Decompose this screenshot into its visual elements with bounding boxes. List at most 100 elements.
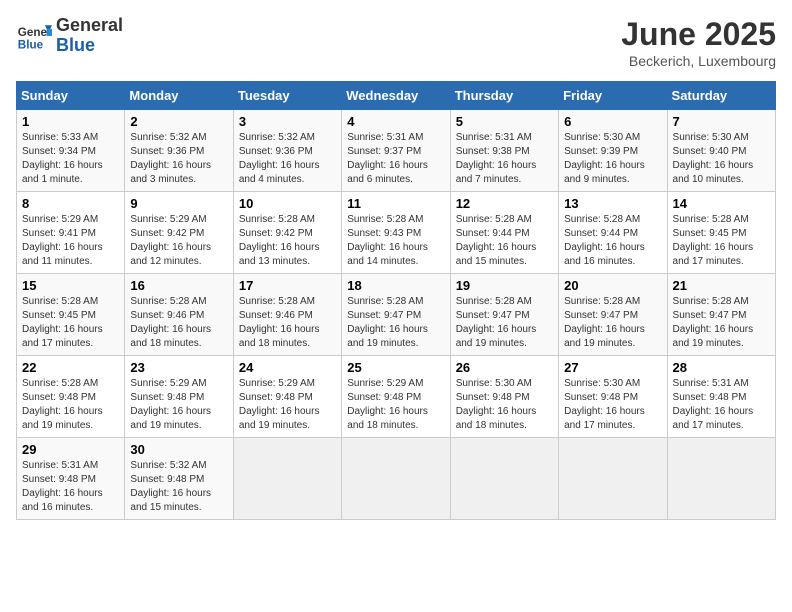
weekday-header-friday: Friday: [559, 82, 667, 110]
calendar-cell: 9 Sunrise: 5:29 AMSunset: 9:42 PMDaylight…: [125, 192, 233, 274]
day-number: 22: [22, 360, 119, 375]
day-number: 2: [130, 114, 227, 129]
logo: General Blue General Blue: [16, 16, 123, 56]
logo-blue: Blue: [56, 36, 123, 56]
calendar-cell: 1 Sunrise: 5:33 AMSunset: 9:34 PMDaylight…: [17, 110, 125, 192]
day-info: Sunrise: 5:31 AMSunset: 9:48 PMDaylight:…: [673, 377, 770, 433]
calendar-cell: 6Sunrise: 5:30 AMSunset: 9:39 PMDaylight…: [559, 110, 667, 192]
weekday-header-monday: Monday: [125, 82, 233, 110]
day-info: Sunrise: 5:32 AMSunset: 9:36 PMDaylight:…: [130, 131, 227, 187]
calendar-cell: 2 Sunrise: 5:32 AMSunset: 9:36 PMDaylight…: [125, 110, 233, 192]
calendar-week-row: 1 Sunrise: 5:33 AMSunset: 9:34 PMDaylight…: [17, 110, 776, 192]
day-info: Sunrise: 5:28 AMSunset: 9:45 PMDaylight:…: [22, 295, 119, 351]
day-info: Sunrise: 5:33 AMSunset: 9:34 PMDaylight:…: [22, 131, 119, 187]
day-number: 27: [564, 360, 661, 375]
title-block: June 2025 Beckerich, Luxembourg: [621, 16, 776, 69]
day-info: Sunrise: 5:31 AMSunset: 9:38 PMDaylight:…: [456, 131, 553, 187]
day-info: Sunrise: 5:28 AMSunset: 9:46 PMDaylight:…: [239, 295, 336, 351]
calendar-cell: 16 Sunrise: 5:28 AMSunset: 9:46 PMDayligh…: [125, 274, 233, 356]
calendar-cell: 27 Sunrise: 5:30 AMSunset: 9:48 PMDayligh…: [559, 356, 667, 438]
day-info: Sunrise: 5:28 AMSunset: 9:45 PMDaylight:…: [673, 213, 770, 269]
calendar-cell: 28 Sunrise: 5:31 AMSunset: 9:48 PMDayligh…: [667, 356, 775, 438]
day-info: Sunrise: 5:30 AMSunset: 9:48 PMDaylight:…: [564, 377, 661, 433]
day-number: 23: [130, 360, 227, 375]
day-info: Sunrise: 5:30 AMSunset: 9:48 PMDaylight:…: [456, 377, 553, 433]
day-number: 14: [673, 196, 770, 211]
day-number: 5: [456, 114, 553, 129]
day-number: 4: [347, 114, 444, 129]
logo-text: General Blue: [56, 16, 123, 56]
calendar-cell: 24 Sunrise: 5:29 AMSunset: 9:48 PMDayligh…: [233, 356, 341, 438]
calendar-cell: 25Sunrise: 5:29 AMSunset: 9:48 PMDayligh…: [342, 356, 450, 438]
calendar-cell: [559, 438, 667, 520]
calendar-cell: [450, 438, 558, 520]
logo-general: General: [56, 16, 123, 36]
calendar-cell: [342, 438, 450, 520]
calendar-week-row: 8Sunrise: 5:29 AMSunset: 9:41 PMDaylight…: [17, 192, 776, 274]
weekday-header-thursday: Thursday: [450, 82, 558, 110]
calendar-cell: 12Sunrise: 5:28 AMSunset: 9:44 PMDayligh…: [450, 192, 558, 274]
calendar-cell: 7Sunrise: 5:30 AMSunset: 9:40 PMDaylight…: [667, 110, 775, 192]
calendar-cell: 17 Sunrise: 5:28 AMSunset: 9:46 PMDayligh…: [233, 274, 341, 356]
calendar-cell: 19 Sunrise: 5:28 AMSunset: 9:47 PMDayligh…: [450, 274, 558, 356]
calendar-cell: [667, 438, 775, 520]
page-header: General Blue General Blue June 2025 Beck…: [16, 16, 776, 69]
calendar-week-row: 15Sunrise: 5:28 AMSunset: 9:45 PMDayligh…: [17, 274, 776, 356]
day-info: Sunrise: 5:28 AMSunset: 9:42 PMDaylight:…: [239, 213, 336, 269]
day-number: 6: [564, 114, 661, 129]
day-info: Sunrise: 5:32 AMSunset: 9:36 PMDaylight:…: [239, 131, 336, 187]
day-info: Sunrise: 5:28 AMSunset: 9:47 PMDaylight:…: [456, 295, 553, 351]
day-info: Sunrise: 5:29 AMSunset: 9:42 PMDaylight:…: [130, 213, 227, 269]
day-number: 13: [564, 196, 661, 211]
calendar-cell: 11Sunrise: 5:28 AMSunset: 9:43 PMDayligh…: [342, 192, 450, 274]
day-number: 30: [130, 442, 227, 457]
logo-icon: General Blue: [16, 18, 52, 54]
calendar-cell: 29 Sunrise: 5:31 AMSunset: 9:48 PMDayligh…: [17, 438, 125, 520]
day-info: Sunrise: 5:29 AMSunset: 9:48 PMDaylight:…: [130, 377, 227, 433]
day-info: Sunrise: 5:31 AMSunset: 9:48 PMDaylight:…: [22, 459, 119, 515]
weekday-header-sunday: Sunday: [17, 82, 125, 110]
day-info: Sunrise: 5:28 AMSunset: 9:47 PMDaylight:…: [347, 295, 444, 351]
weekday-header-saturday: Saturday: [667, 82, 775, 110]
day-number: 20: [564, 278, 661, 293]
day-number: 9: [130, 196, 227, 211]
day-number: 8: [22, 196, 119, 211]
calendar-cell: 3 Sunrise: 5:32 AMSunset: 9:36 PMDaylight…: [233, 110, 341, 192]
day-number: 26: [456, 360, 553, 375]
day-number: 24: [239, 360, 336, 375]
day-info: Sunrise: 5:32 AMSunset: 9:48 PMDaylight:…: [130, 459, 227, 515]
day-info: Sunrise: 5:28 AMSunset: 9:47 PMDaylight:…: [673, 295, 770, 351]
weekday-header-wednesday: Wednesday: [342, 82, 450, 110]
calendar-cell: 15Sunrise: 5:28 AMSunset: 9:45 PMDayligh…: [17, 274, 125, 356]
calendar-cell: 14 Sunrise: 5:28 AMSunset: 9:45 PMDayligh…: [667, 192, 775, 274]
calendar-cell: 13 Sunrise: 5:28 AMSunset: 9:44 PMDayligh…: [559, 192, 667, 274]
day-number: 17: [239, 278, 336, 293]
day-number: 18: [347, 278, 444, 293]
day-info: Sunrise: 5:31 AMSunset: 9:37 PMDaylight:…: [347, 131, 444, 187]
calendar-cell: 10 Sunrise: 5:28 AMSunset: 9:42 PMDayligh…: [233, 192, 341, 274]
day-number: 10: [239, 196, 336, 211]
calendar-cell: 26 Sunrise: 5:30 AMSunset: 9:48 PMDayligh…: [450, 356, 558, 438]
calendar-cell: 23 Sunrise: 5:29 AMSunset: 9:48 PMDayligh…: [125, 356, 233, 438]
day-number: 28: [673, 360, 770, 375]
day-info: Sunrise: 5:28 AMSunset: 9:44 PMDaylight:…: [456, 213, 553, 269]
day-number: 19: [456, 278, 553, 293]
calendar-cell: 30 Sunrise: 5:32 AMSunset: 9:48 PMDayligh…: [125, 438, 233, 520]
calendar-cell: 4 Sunrise: 5:31 AMSunset: 9:37 PMDaylight…: [342, 110, 450, 192]
calendar-cell: 20 Sunrise: 5:28 AMSunset: 9:47 PMDayligh…: [559, 274, 667, 356]
day-number: 25: [347, 360, 444, 375]
calendar-cell: 8Sunrise: 5:29 AMSunset: 9:41 PMDaylight…: [17, 192, 125, 274]
day-info: Sunrise: 5:29 AMSunset: 9:48 PMDaylight:…: [239, 377, 336, 433]
day-number: 21: [673, 278, 770, 293]
calendar-cell: 21 Sunrise: 5:28 AMSunset: 9:47 PMDayligh…: [667, 274, 775, 356]
day-info: Sunrise: 5:28 AMSunset: 9:46 PMDaylight:…: [130, 295, 227, 351]
day-number: 16: [130, 278, 227, 293]
day-info: Sunrise: 5:28 AMSunset: 9:44 PMDaylight:…: [564, 213, 661, 269]
month-title: June 2025: [621, 16, 776, 53]
day-info: Sunrise: 5:28 AMSunset: 9:48 PMDaylight:…: [22, 377, 119, 433]
day-number: 1: [22, 114, 119, 129]
day-number: 29: [22, 442, 119, 457]
calendar-header-row: SundayMondayTuesdayWednesdayThursdayFrid…: [17, 82, 776, 110]
day-number: 3: [239, 114, 336, 129]
day-info: Sunrise: 5:28 AMSunset: 9:47 PMDaylight:…: [564, 295, 661, 351]
